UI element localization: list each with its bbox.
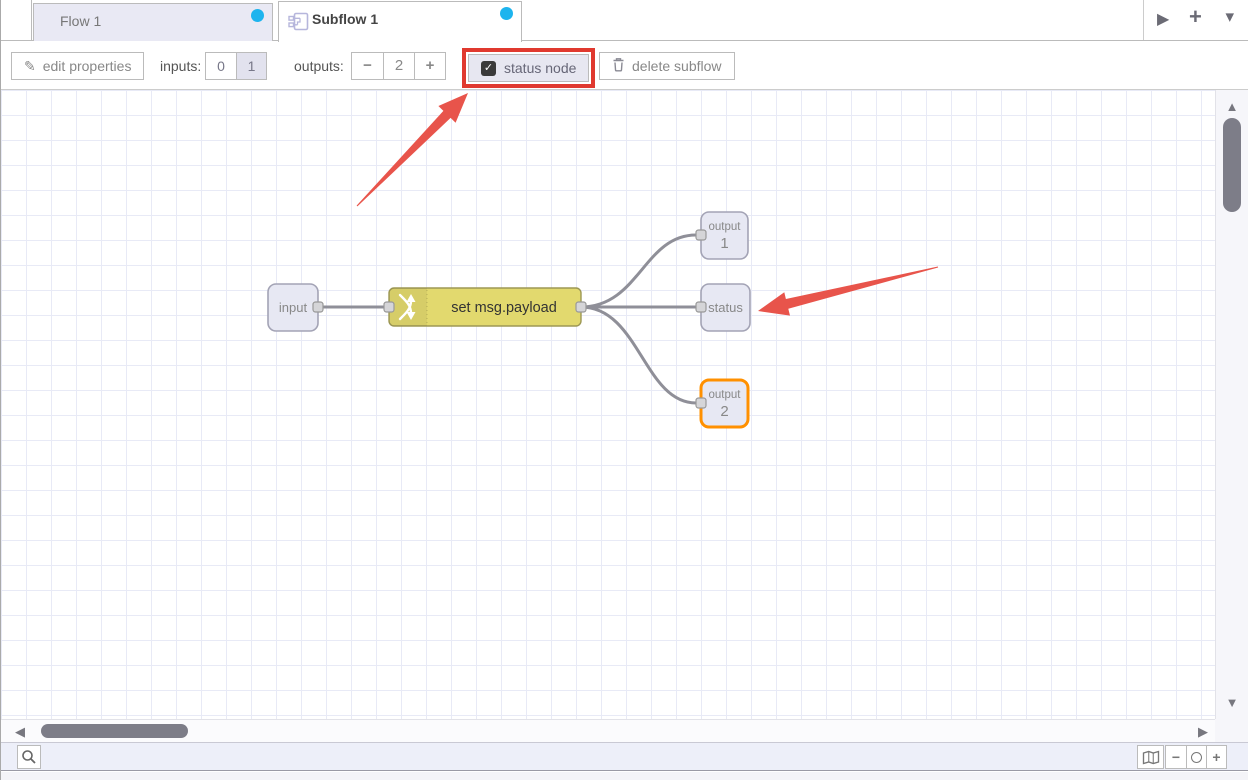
node-subflow-status[interactable]: status: [696, 284, 750, 331]
grid-background: [1, 90, 1216, 719]
scroll-up-icon[interactable]: ▲: [1216, 99, 1248, 114]
flow-list-chevron-down-icon[interactable]: ▾: [1225, 7, 1234, 27]
node-subflow-input[interactable]: input: [268, 284, 323, 331]
node-label: set msg.payload: [451, 300, 557, 316]
horizontal-scrollbar-thumb[interactable]: [41, 724, 188, 738]
search-button[interactable]: [17, 745, 41, 769]
node-number: 2: [720, 403, 728, 420]
zoom-reset-button[interactable]: [1186, 746, 1206, 768]
node-change-set-msg-payload[interactable]: set msg.payload: [384, 288, 586, 326]
node-label: output: [709, 389, 742, 401]
tab-bar-actions: ▶ + ▾: [1143, 0, 1248, 40]
inputs-option-0[interactable]: 0: [206, 53, 236, 79]
input-port[interactable]: [384, 302, 394, 312]
outputs-decrease-button[interactable]: −: [352, 53, 383, 79]
scrollbar-corner: [1215, 719, 1248, 742]
window-bottom-strip: [1, 772, 1248, 780]
map-icon: [1142, 750, 1160, 765]
trash-icon: [612, 57, 625, 75]
node-subflow-output-1[interactable]: output 1: [696, 212, 748, 259]
output-port[interactable]: [576, 302, 586, 312]
tab-flow-1[interactable]: Flow 1: [33, 3, 273, 41]
tab-label: Flow 1: [60, 13, 101, 29]
scroll-down-icon[interactable]: ▼: [1216, 695, 1248, 710]
status-node-checkbox-button[interactable]: ✓ status node: [468, 54, 589, 82]
tab-scroll-left-area: [1, 0, 32, 40]
zoom-controls: − +: [1165, 745, 1227, 769]
inputs-option-1-selected[interactable]: 1: [236, 53, 266, 79]
workspace-footer: − +: [1, 742, 1248, 771]
flow-svg: input set msg.payload: [1, 90, 1216, 719]
outputs-increase-button[interactable]: +: [414, 53, 445, 79]
inputs-label: inputs:: [160, 58, 201, 74]
edit-properties-label: edit properties: [43, 58, 132, 74]
input-port[interactable]: [696, 230, 706, 240]
node-red-workspace: Flow 1 Subflow 1 ▶ + ▾ ✎ edit pr: [0, 0, 1248, 780]
flow-canvas[interactable]: input set msg.payload: [1, 90, 1216, 719]
node-subflow-output-2-selected[interactable]: output 2: [696, 380, 748, 427]
checkbox-checked-icon[interactable]: ✓: [481, 61, 496, 76]
node-icon-area: [389, 288, 427, 326]
node-number: 1: [720, 235, 728, 252]
scroll-left-icon[interactable]: ◀: [15, 724, 25, 740]
modified-dot: [251, 9, 264, 22]
navigator-toggle-button[interactable]: [1137, 745, 1164, 769]
inputs-count-toggle: 0 1: [205, 52, 267, 80]
edit-properties-button[interactable]: ✎ edit properties: [11, 52, 144, 80]
add-flow-icon[interactable]: +: [1189, 4, 1202, 30]
output-port[interactable]: [313, 302, 323, 312]
modified-dot: [500, 7, 513, 20]
status-node-label: status node: [504, 60, 576, 76]
node-label: input: [279, 300, 308, 315]
vertical-scrollbar[interactable]: ▲ ▼: [1215, 90, 1248, 719]
tab-subflow-1[interactable]: Subflow 1: [278, 1, 522, 42]
outputs-count-value: 2: [383, 53, 414, 79]
subflow-toolbar: ✎ edit properties inputs: 0 1 outputs: −…: [1, 41, 1248, 90]
input-port[interactable]: [696, 398, 706, 408]
zoom-out-button[interactable]: −: [1166, 746, 1186, 768]
horizontal-scrollbar[interactable]: ◀ ▶: [1, 719, 1216, 742]
zoom-in-button[interactable]: +: [1206, 746, 1226, 768]
tab-label: Subflow 1: [312, 11, 378, 27]
delete-subflow-button[interactable]: delete subflow: [599, 52, 735, 80]
flow-tab-bar: Flow 1 Subflow 1 ▶ + ▾: [1, 0, 1248, 41]
subflow-icon: [288, 12, 309, 36]
input-port[interactable]: [696, 302, 706, 312]
zoom-reset-icon: [1191, 752, 1202, 763]
search-icon: [21, 749, 37, 765]
node-label: output: [709, 221, 742, 233]
scroll-right-icon[interactable]: ▶: [1198, 724, 1208, 740]
red-highlight-box: ✓ status node: [462, 48, 595, 88]
pencil-icon: ✎: [24, 58, 36, 75]
next-tab-icon[interactable]: ▶: [1157, 9, 1169, 29]
outputs-label: outputs:: [294, 58, 344, 74]
outputs-stepper: − 2 +: [351, 52, 446, 80]
node-label: status: [708, 300, 743, 315]
delete-subflow-label: delete subflow: [632, 58, 722, 74]
vertical-scrollbar-thumb[interactable]: [1223, 118, 1241, 212]
